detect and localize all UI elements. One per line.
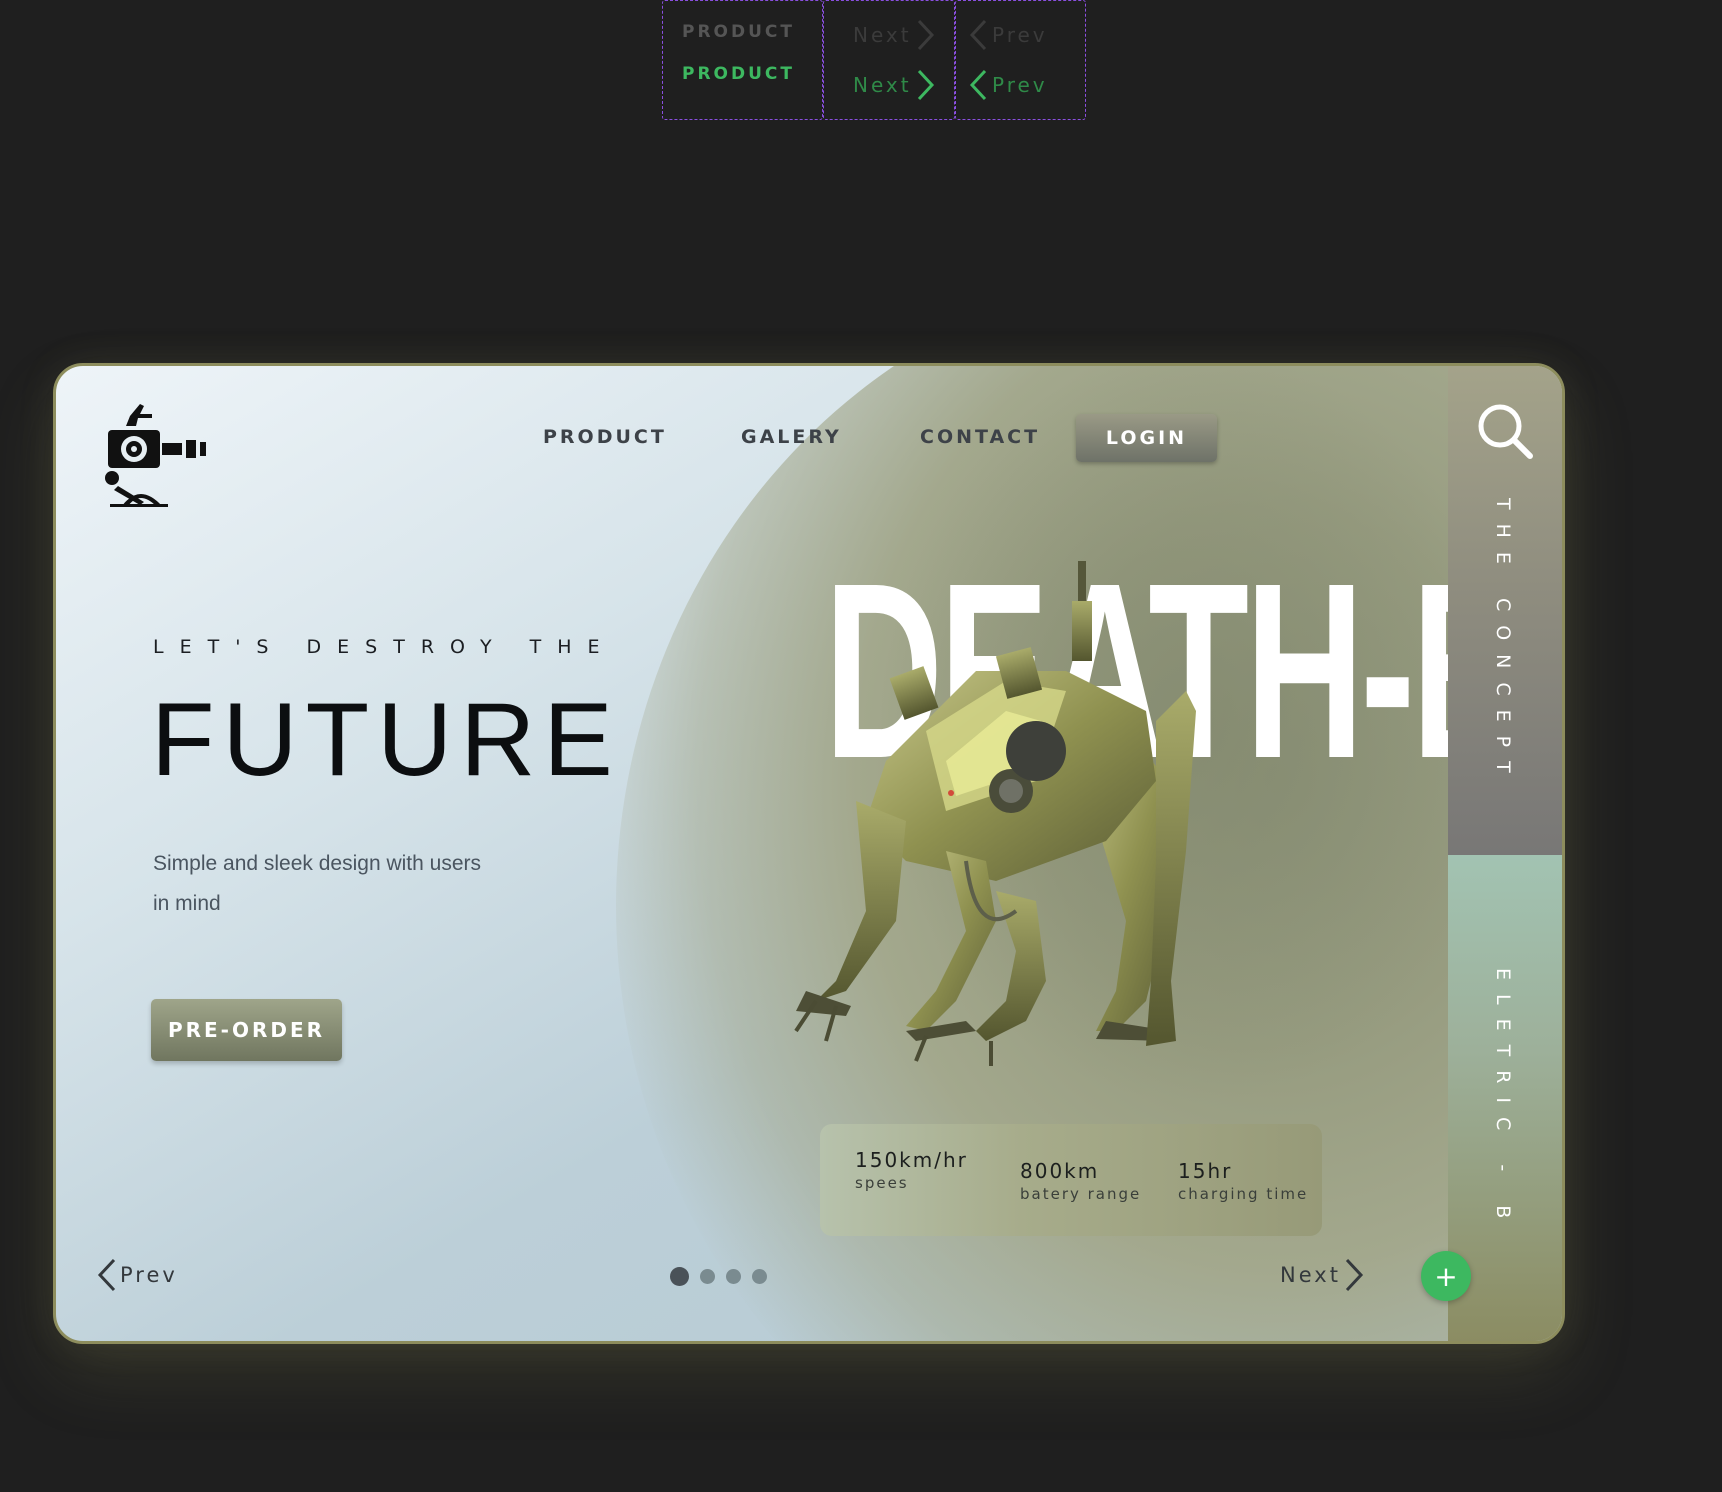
stat-value: 800km: [1020, 1159, 1100, 1183]
carousel-dots: [670, 1267, 767, 1286]
hero-description: Simple and sleek design with users in mi…: [153, 852, 482, 915]
stat-label: charging time: [1178, 1185, 1309, 1203]
stat-battery: 800km batery range: [1020, 1159, 1141, 1203]
stat-value: 150km/hr: [855, 1148, 968, 1172]
stats-panel: 150km/hr spees 800km batery range 15hr c…: [820, 1124, 1322, 1236]
chevron-right-icon: [1345, 1258, 1363, 1292]
hero-headline: FUTURE: [151, 682, 621, 798]
prev-label: Prev: [992, 73, 1048, 97]
nav-item-galery[interactable]: GALERY: [741, 426, 842, 448]
hero-card: PRODUCT GALERY CONTACT LOGIN LET'S DESTR…: [53, 363, 1565, 1344]
stat-label: spees: [855, 1174, 909, 1192]
chevron-left-icon: [969, 19, 987, 51]
next-label: Next: [853, 23, 912, 47]
login-button[interactable]: LOGIN: [1076, 414, 1217, 462]
next-button-hover[interactable]: Next: [853, 67, 938, 103]
prev-label: Prev: [120, 1263, 178, 1287]
prev-button[interactable]: Prev: [94, 1256, 178, 1294]
robot-logo-icon[interactable]: [100, 402, 210, 508]
side-text-electric: ELETRIC - B: [1492, 968, 1514, 1233]
robot-illustration: [794, 561, 1196, 1066]
nav-item-contact[interactable]: CONTACT: [920, 426, 1040, 448]
carousel-dot[interactable]: [752, 1269, 767, 1284]
nav-item-product[interactable]: PRODUCT: [543, 426, 667, 448]
prev-label: Prev: [992, 23, 1048, 47]
carousel-dot[interactable]: [726, 1269, 741, 1284]
chevron-right-icon: [917, 19, 934, 51]
prev-button-default[interactable]: Prev: [966, 17, 1048, 53]
product-link-default[interactable]: PRODUCT: [682, 22, 795, 42]
add-button[interactable]: +: [1421, 1251, 1471, 1301]
component-sheet: PRODUCT PRODUCT Next Next Prev Prev: [662, 0, 1086, 120]
carousel-dot[interactable]: [700, 1269, 715, 1284]
stat-speed: 150km/hr spees: [855, 1148, 968, 1192]
next-button-default[interactable]: Next: [853, 17, 938, 53]
next-label: Next: [853, 73, 912, 97]
prev-button-hover[interactable]: Prev: [966, 67, 1048, 103]
side-text-concept: THE CONCEPT: [1492, 498, 1514, 787]
pre-order-button[interactable]: PRE-ORDER: [151, 999, 342, 1061]
next-label: Next: [1280, 1263, 1341, 1287]
product-states-cell: PRODUCT PRODUCT: [662, 0, 823, 120]
carousel-dot[interactable]: [670, 1267, 689, 1286]
chevron-right-icon: [917, 69, 934, 101]
search-icon[interactable]: [1476, 402, 1534, 460]
chevron-left-icon: [969, 69, 987, 101]
next-button[interactable]: Next: [1280, 1256, 1367, 1294]
hero-eyebrow: LET'S DESTROY THE: [153, 636, 616, 658]
chevron-left-icon: [97, 1258, 116, 1292]
stat-label: batery range: [1020, 1185, 1142, 1203]
product-link-hover[interactable]: PRODUCT: [682, 64, 795, 84]
stat-charging: 15hr charging time: [1178, 1159, 1308, 1203]
next-states-cell: Next Next: [823, 0, 955, 120]
stat-value: 15hr: [1178, 1159, 1233, 1183]
prev-states-cell: Prev Prev: [955, 0, 1086, 120]
